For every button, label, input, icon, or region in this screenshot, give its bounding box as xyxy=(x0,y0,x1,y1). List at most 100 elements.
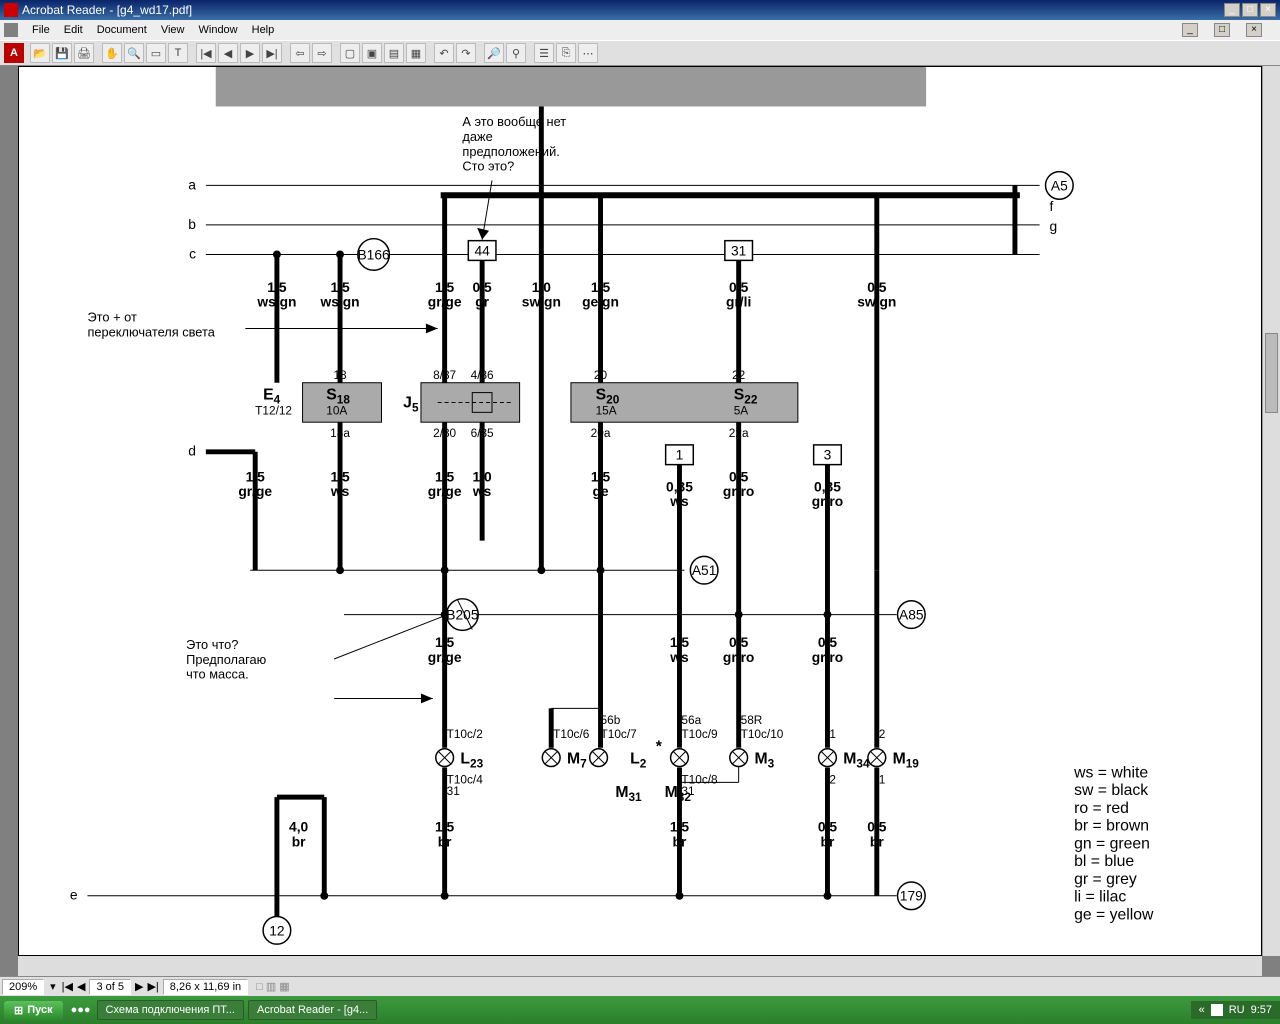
page-indicator[interactable]: 3 of 5 xyxy=(89,979,131,995)
svg-text:56a: 56a xyxy=(681,713,701,727)
first-page-button[interactable]: |◀ xyxy=(196,43,216,63)
svg-text:M7: M7 xyxy=(567,751,587,771)
wire-col-2: 1,5 ws/gn xyxy=(320,251,360,383)
horizontal-scrollbar[interactable] xyxy=(18,956,1262,976)
menu-file[interactable]: File xyxy=(32,24,50,36)
svg-text:L23: L23 xyxy=(460,751,483,771)
node-f: f xyxy=(1049,198,1053,214)
node-c: c xyxy=(189,245,196,261)
svg-text:gr/ge: gr/ge xyxy=(428,649,462,665)
pdf-page: a b c f g A5 А это вообще нет даже предп… xyxy=(18,66,1262,956)
svg-text:ws/gn: ws/gn xyxy=(320,294,360,310)
svg-text:gn = green: gn = green xyxy=(1074,835,1150,852)
menu-edit[interactable]: Edit xyxy=(64,24,83,36)
svg-text:0,35: 0,35 xyxy=(814,478,841,494)
actual-size-button[interactable]: ▢ xyxy=(340,43,360,63)
menu-help[interactable]: Help xyxy=(252,24,275,36)
wire-col-4: 44 0,5 gr xyxy=(468,241,496,383)
svg-text:4,0: 4,0 xyxy=(289,819,309,835)
svg-text:M19: M19 xyxy=(893,751,920,771)
node-b: b xyxy=(188,216,196,232)
svg-text:sw/gn: sw/gn xyxy=(522,294,561,310)
doc-icon xyxy=(4,23,18,37)
maximize-button[interactable]: □ xyxy=(1242,3,1258,17)
forward-button[interactable]: ⇨ xyxy=(312,43,332,63)
svg-text:bl = blue: bl = blue xyxy=(1074,853,1134,870)
svg-text:gr/ge: gr/ge xyxy=(428,483,462,499)
svg-text:56b: 56b xyxy=(601,713,621,727)
search-button[interactable]: ⚲ xyxy=(506,43,526,63)
find-button[interactable]: 🔎 xyxy=(484,43,504,63)
save-button[interactable]: 💾 xyxy=(52,43,72,63)
open-button[interactable]: 📂 xyxy=(30,43,50,63)
reflow-button[interactable]: ▦ xyxy=(406,43,426,63)
zoom-level[interactable]: 209% xyxy=(2,979,44,995)
svg-text:1,5: 1,5 xyxy=(670,819,690,835)
svg-text:ws: ws xyxy=(330,483,350,499)
annotation-mid-2: Предполагаю xyxy=(186,652,267,667)
fit-page-button[interactable]: ▣ xyxy=(362,43,382,63)
svg-text:1,5: 1,5 xyxy=(246,468,266,484)
close-button[interactable]: × xyxy=(1260,3,1276,17)
svg-text:ws: ws xyxy=(669,493,689,509)
copy-button[interactable]: ⎘ xyxy=(556,43,576,63)
zoom-tool-button[interactable]: 🔍 xyxy=(124,43,144,63)
menu-document[interactable]: Document xyxy=(97,24,147,36)
last-page-button[interactable]: ▶| xyxy=(262,43,282,63)
annotation-mid-1: Это что? xyxy=(186,637,238,652)
svg-text:M31: M31 xyxy=(615,784,642,804)
svg-text:T10c/7: T10c/7 xyxy=(601,727,637,741)
svg-text:gr/ge: gr/ge xyxy=(238,483,272,499)
vertical-scrollbar[interactable] xyxy=(1262,66,1280,956)
svg-text:1,5: 1,5 xyxy=(435,279,455,295)
wire-col-7: 31 0,5 gr/li xyxy=(725,241,753,383)
next-page-button[interactable]: ▶ xyxy=(240,43,260,63)
svg-text:1,5: 1,5 xyxy=(267,279,287,295)
node-a: a xyxy=(188,176,196,192)
back-button[interactable]: ⇦ xyxy=(290,43,310,63)
svg-text:2: 2 xyxy=(879,727,886,741)
svg-text:5A: 5A xyxy=(734,403,749,417)
hand-tool-button[interactable]: ✋ xyxy=(102,43,122,63)
more-button[interactable]: ⋯ xyxy=(578,43,598,63)
print-button[interactable]: 🖨 xyxy=(74,43,94,63)
language-indicator[interactable]: RU xyxy=(1229,1004,1245,1016)
rotate-right-button[interactable]: ↷ xyxy=(456,43,476,63)
node-179: 179 xyxy=(900,888,923,904)
svg-text:gr: gr xyxy=(475,294,489,310)
system-tray[interactable]: « RU 9:57 xyxy=(1191,1001,1280,1019)
svg-text:0,5: 0,5 xyxy=(729,279,749,295)
svg-text:31: 31 xyxy=(731,242,746,258)
wire-col-6: 1,5 ge/gn xyxy=(582,195,619,382)
svg-text:li = lilac: li = lilac xyxy=(1074,889,1126,906)
wire-col-1: 1,5 ws/gn xyxy=(256,251,296,383)
menu-window[interactable]: Window xyxy=(199,24,238,36)
window-title: Acrobat Reader - [g4_wd17.pdf] xyxy=(22,3,192,17)
svg-text:gr/ge: gr/ge xyxy=(428,294,462,310)
fit-width-button[interactable]: ▤ xyxy=(384,43,404,63)
taskbar-tab-browser[interactable]: Схема подключения ПТ... xyxy=(97,1000,244,1020)
nav-pane-button[interactable]: ☰ xyxy=(534,43,554,63)
menu-view[interactable]: View xyxy=(161,24,185,36)
mdi-minimize-button[interactable]: _ xyxy=(1182,23,1198,37)
select-tool-button[interactable]: ▭ xyxy=(146,43,166,63)
start-button[interactable]: ⊞Пуск xyxy=(4,1001,63,1020)
svg-text:0,35: 0,35 xyxy=(666,478,693,494)
svg-text:1,0: 1,0 xyxy=(532,279,552,295)
taskbar: ⊞Пуск ●●● Схема подключения ПТ... Acroba… xyxy=(0,996,1280,1024)
node-12: 12 xyxy=(269,922,284,938)
mdi-close-button[interactable]: × xyxy=(1246,23,1262,37)
svg-text:1,5: 1,5 xyxy=(591,468,611,484)
svg-text:31: 31 xyxy=(681,784,694,798)
taskbar-tab-acrobat[interactable]: Acrobat Reader - [g4... xyxy=(248,1000,377,1020)
svg-text:1: 1 xyxy=(879,772,886,786)
minimize-button[interactable]: _ xyxy=(1224,3,1240,17)
svg-text:*: * xyxy=(656,739,663,756)
svg-text:T10c/2: T10c/2 xyxy=(447,727,483,741)
svg-text:br = brown: br = brown xyxy=(1074,818,1149,835)
text-select-button[interactable]: T xyxy=(168,43,188,63)
svg-text:31: 31 xyxy=(447,784,460,798)
prev-page-button[interactable]: ◀ xyxy=(218,43,238,63)
rotate-left-button[interactable]: ↶ xyxy=(434,43,454,63)
mdi-maximize-button[interactable]: □ xyxy=(1214,23,1230,37)
